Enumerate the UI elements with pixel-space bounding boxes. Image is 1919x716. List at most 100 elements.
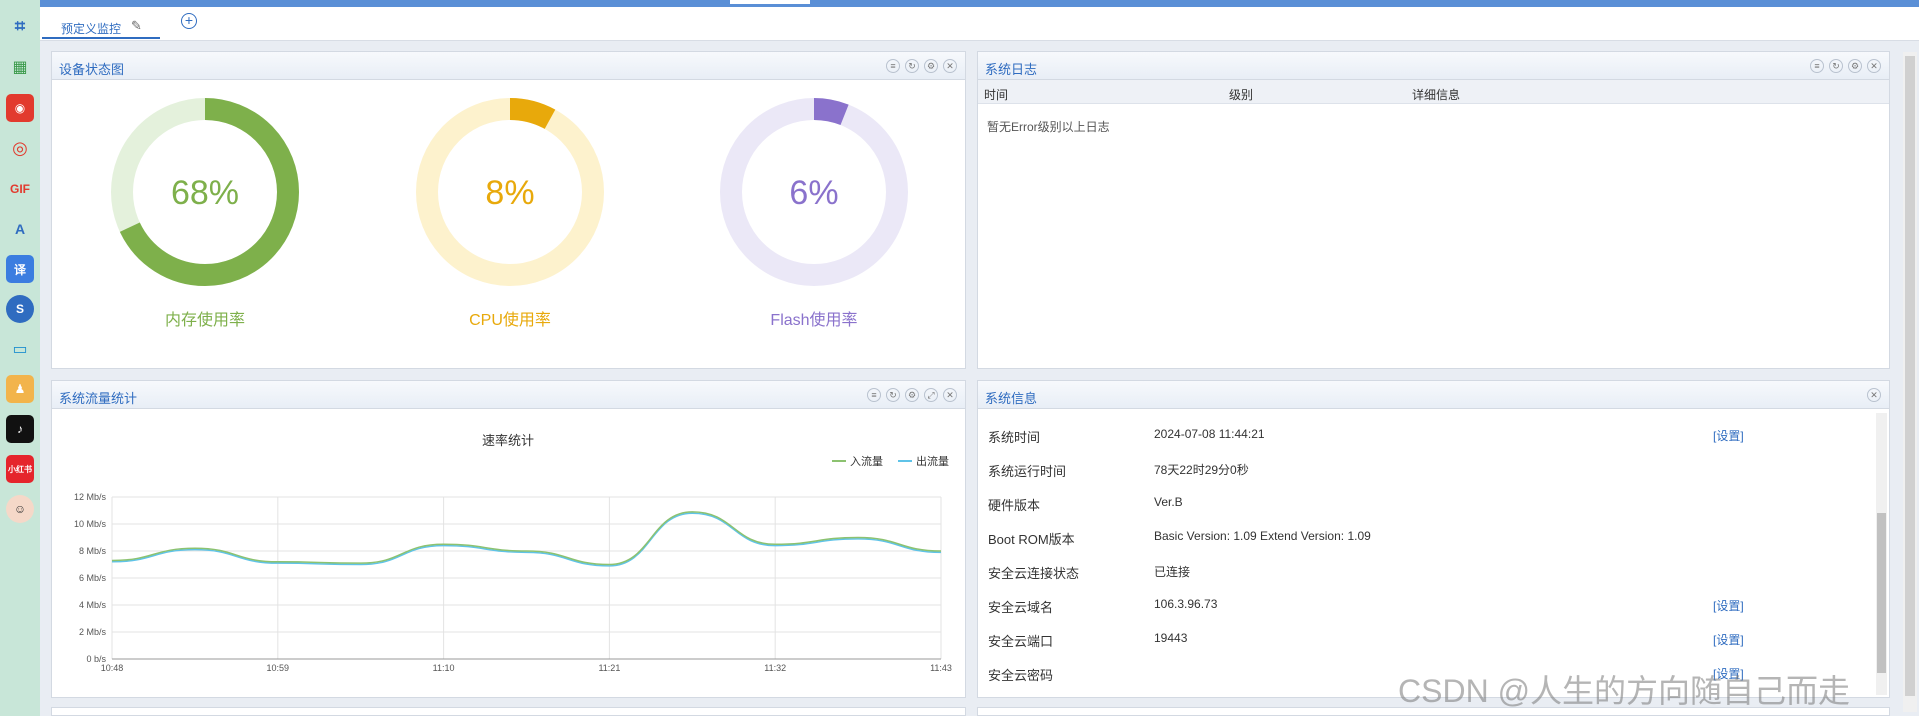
info-label: 安全云密码 [988, 668, 1054, 683]
page-scrollbar[interactable] [1903, 52, 1917, 712]
gauge-ring: 8% [416, 98, 604, 286]
column-detail: 详细信息 [1412, 88, 1461, 102]
x-tick-label: 11:10 [433, 663, 455, 673]
y-tick-label: 10 Mb/s [74, 519, 107, 529]
sync-app-icon[interactable]: S [6, 295, 34, 323]
panel-controls: ≡ ↻ ⚙ ✕ [1810, 59, 1881, 73]
panel-title: 系统信息 [985, 391, 1038, 406]
info-settings-link[interactable]: [设置] [1713, 631, 1744, 648]
close-icon[interactable]: ✕ [943, 59, 957, 73]
close-icon[interactable]: ✕ [1867, 388, 1881, 402]
column-time: 时间 [984, 88, 1009, 102]
crop-icon[interactable]: ⌗ [6, 12, 34, 40]
x-tick-label: 10:48 [101, 663, 124, 673]
gauge-label: Flash使用率 [770, 312, 858, 329]
info-label: Boot ROM版本 [988, 532, 1075, 547]
panel-title: 设备状态图 [59, 62, 125, 77]
x-tick-label: 10:59 [267, 663, 290, 673]
gear-icon[interactable]: ⚙ [1848, 59, 1862, 73]
ocr-icon[interactable]: A [6, 215, 34, 243]
edit-pencil-icon[interactable]: ✎ [131, 18, 142, 34]
gauge-label: 内存使用率 [164, 312, 245, 329]
info-value: Ver.B [1154, 495, 1183, 509]
target-icon[interactable]: ◎ [6, 134, 34, 162]
y-tick-label: 6 Mb/s [79, 573, 107, 583]
list-icon[interactable]: ≡ [1810, 59, 1824, 73]
tab-bar: 预定义监控 ✎ + [40, 7, 1919, 41]
chart-title: 速率统计 [482, 433, 534, 448]
joystick-icon[interactable]: ♟ [6, 375, 34, 403]
info-label: 安全云端口 [988, 634, 1054, 649]
info-value: Basic Version: 1.09 Extend Version: 1.09 [1154, 529, 1371, 543]
gauge-percent: 68% [171, 174, 239, 212]
legend-label: 入流量 [850, 454, 883, 468]
gauge: 6% Flash使用率 [714, 92, 914, 330]
gauge-ring: 6% [720, 98, 908, 286]
info-label: 安全云域名 [988, 600, 1054, 615]
top-accent-bar [0, 0, 1919, 7]
info-label: 系统运行时间 [988, 464, 1067, 479]
panel-header: 系统信息 ✕ [978, 381, 1889, 409]
rate-chart: 速率统计0 b/s2 Mb/s4 Mb/s6 Mb/s8 Mb/s10 Mb/s… [74, 433, 952, 673]
gauge: 8% CPU使用率 [410, 92, 610, 330]
translate-icon[interactable]: 译 [6, 255, 34, 283]
traffic-panel: 系统流量统计 ≡ ↻ ⚙ ⤢ ✕ 速率统计 0 b/s 2 Mb/s 4 Mb/s 6 Mb/s… [51, 380, 966, 698]
panel-header: 设备状态图 ≡ ↻ ⚙ ✕ [52, 52, 965, 80]
info-value: 106.3.96.73 [1154, 597, 1218, 611]
list-icon[interactable]: ≡ [886, 59, 900, 73]
system-log-panel: 系统日志 ≡ ↻ ⚙ ✕ 时间 级别 详细信息 暂无Error级别以上日志 [977, 51, 1890, 369]
panel-controls: ≡ ↻ ⚙ ✕ [886, 59, 957, 73]
legend-label: 出流量 [916, 454, 949, 468]
page-scrollbar-thumb[interactable] [1905, 56, 1915, 696]
xiaohongshu-icon[interactable]: 小红书 [6, 455, 34, 483]
info-settings-link[interactable]: [设置] [1713, 427, 1744, 444]
watermark: CSDN @人生的方向随自己而走 [1398, 673, 1851, 709]
refresh-icon[interactable]: ↻ [1829, 59, 1843, 73]
refresh-icon[interactable]: ↻ [905, 59, 919, 73]
list-icon[interactable]: ≡ [867, 388, 881, 402]
add-tab-icon[interactable]: + [181, 13, 197, 29]
close-icon[interactable]: ✕ [1867, 59, 1881, 73]
info-label: 系统时间 [988, 430, 1041, 445]
qrcode-icon[interactable]: ▦ [6, 53, 34, 81]
scrollbar-thumb[interactable] [1877, 513, 1886, 673]
x-tick-label: 11:32 [764, 663, 786, 673]
info-settings-link[interactable]: [设置] [1713, 597, 1744, 614]
panel-header: 系统日志 ≡ ↻ ⚙ ✕ [978, 52, 1889, 80]
gauge-ring: 68% [111, 98, 299, 286]
device-status-panel: 设备状态图 ≡ ↻ ⚙ ✕ 68% 内存使用率 8% CPU使用率 6% Flash使用率 [51, 51, 966, 369]
info-scrollbar[interactable] [1876, 413, 1887, 695]
y-tick-label: 2 Mb/s [79, 627, 107, 637]
close-icon[interactable]: ✕ [943, 388, 957, 402]
gauge: 68% 内存使用率 [105, 92, 305, 330]
gauge-area: 68% 内存使用率 8% CPU使用率 6% Flash使用率 [52, 92, 965, 352]
monitor-icon[interactable]: ▭ [6, 335, 34, 363]
gif-icon[interactable]: GIF [6, 175, 34, 203]
expand-icon[interactable]: ⤢ [924, 388, 938, 402]
weibo-icon[interactable]: ◉ [6, 94, 34, 122]
series-line [111, 512, 942, 567]
panel-header: 系统流量统计 ≡ ↻ ⚙ ⤢ ✕ [52, 381, 965, 409]
log-empty-message: 暂无Error级别以上日志 [987, 120, 1110, 134]
next-panel-stub [51, 707, 966, 716]
info-value: 2024-07-08 11:44:21 [1154, 427, 1265, 441]
refresh-icon[interactable]: ↻ [886, 388, 900, 402]
info-label: 硬件版本 [988, 498, 1041, 513]
x-tick-label: 11:21 [598, 663, 620, 673]
info-value: 19443 [1154, 631, 1188, 645]
avatar-icon[interactable]: ☺ [6, 495, 34, 523]
gauge-label: CPU使用率 [469, 312, 551, 329]
y-tick-label: 4 Mb/s [79, 600, 107, 610]
x-tick-label: 11:43 [930, 663, 952, 673]
log-table-header: 时间 级别 详细信息 [978, 80, 1889, 104]
info-value: 已连接 [1154, 565, 1191, 579]
gauge-percent: 6% [789, 174, 838, 212]
gear-icon[interactable]: ⚙ [924, 59, 938, 73]
tab-label: 预定义监控 [61, 22, 122, 36]
tab-predefined-monitor[interactable]: 预定义监控 ✎ [42, 11, 160, 39]
gear-icon[interactable]: ⚙ [905, 388, 919, 402]
system-info-panel: 系统信息 ✕ 系统时间 2024-07-08 11:44:21 [设置] 系统运行时间… [977, 380, 1890, 698]
y-tick-label: 8 Mb/s [79, 546, 107, 556]
tiktok-icon[interactable]: ♪ [6, 415, 34, 443]
y-tick-label: 12 Mb/s [74, 492, 107, 502]
